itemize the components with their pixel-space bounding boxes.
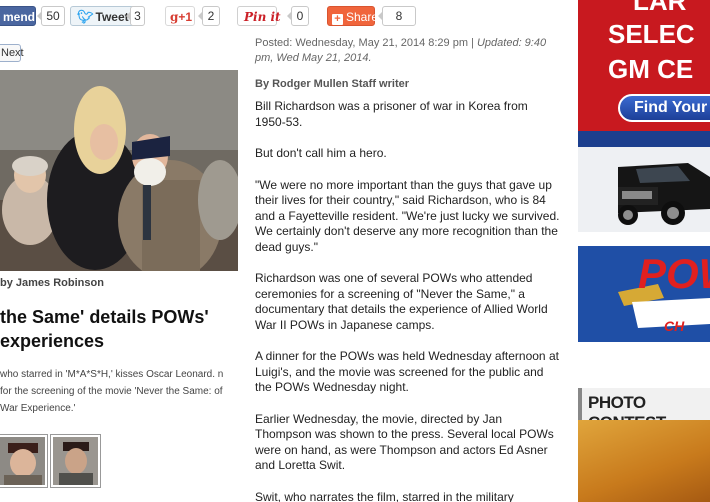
- share-button[interactable]: + Share: [327, 6, 379, 26]
- find-your-button[interactable]: Find Your: [618, 94, 710, 122]
- ad-line-1: LAR: [633, 0, 687, 16]
- article-paragraph: Richardson was one of several POWs who a…: [255, 271, 548, 332]
- gallery-thumbnail[interactable]: [50, 434, 101, 488]
- dealer-advertisement[interactable]: LAR SELEC GM CE Find Your: [578, 0, 710, 131]
- facebook-count: 50: [37, 6, 65, 26]
- article-paragraph: Swit, who narrates the film, starred in …: [255, 489, 514, 502]
- googleplus-label: +1: [178, 10, 193, 24]
- facebook-label: mend: [3, 10, 36, 24]
- article-paragraph: But don't call him a hero.: [255, 146, 387, 160]
- article-paragraph: A dinner for the POWs was held Wednesday…: [255, 349, 559, 394]
- gallery-thumbnail[interactable]: [0, 434, 48, 488]
- ad-divider-bar: [578, 131, 710, 147]
- share-label: Share: [346, 10, 379, 24]
- plus-icon: +: [332, 14, 343, 25]
- article-timestamp: Posted: Wednesday, May 21, 2014 8:29 pm …: [255, 36, 555, 66]
- tweet-count: 3: [126, 6, 145, 26]
- article-byline: By Rodger Mullen Staff writer: [255, 78, 410, 90]
- truck-advertisement[interactable]: [578, 147, 710, 232]
- gallery-next-button[interactable]: Next: [0, 44, 24, 62]
- pickup-truck-image: [578, 147, 710, 232]
- google-plus-button[interactable]: g+1: [165, 6, 195, 26]
- article-paragraph: Earlier Wednesday, the movie, directed b…: [255, 411, 554, 473]
- photo-image: [0, 70, 238, 271]
- gallery-headline[interactable]: the Same' details POWs' experiences: [0, 305, 240, 353]
- share-count: 8: [378, 6, 416, 26]
- pinterest-pin-button[interactable]: Pin it: [237, 6, 281, 26]
- photo-contest-header[interactable]: PHOTO CONTEST: [578, 388, 710, 432]
- article-body: Bill Richardson was a prisoner of war in…: [255, 99, 560, 502]
- photo-contest-image[interactable]: [578, 420, 710, 502]
- thumbnail-image: [53, 437, 98, 485]
- pinterest-label: Pin it: [244, 10, 281, 24]
- ad-line-2: SELEC: [608, 19, 695, 49]
- posted-date: Posted: Wednesday, May 21, 2014 8:29 pm …: [255, 37, 474, 49]
- thumbnail-image: [0, 437, 45, 485]
- article-main-photo[interactable]: [0, 70, 238, 271]
- googleplus-count: 2: [198, 6, 220, 26]
- pow-advertisement[interactable]: POW CH: [578, 232, 710, 342]
- tweet-label: Tweet: [95, 10, 129, 24]
- twitter-bird-icon: 🐦︎: [77, 9, 94, 24]
- pow-subtext: CH: [664, 318, 685, 334]
- ad-line-3: GM CE: [608, 54, 694, 84]
- pinterest-count: 0: [287, 6, 309, 26]
- facebook-recommend-button[interactable]: mend: [0, 6, 36, 26]
- sidebar-spacer: [578, 342, 710, 388]
- article-paragraph: "We were no more important than the guys…: [255, 177, 560, 254]
- article-paragraph: Bill Richardson was a prisoner of war in…: [255, 99, 528, 129]
- photo-caption: who starred in 'M*A*S*H,' kisses Oscar L…: [0, 369, 224, 414]
- photo-credit: by James Robinson: [0, 277, 104, 289]
- pow-headline: POW: [638, 250, 710, 297]
